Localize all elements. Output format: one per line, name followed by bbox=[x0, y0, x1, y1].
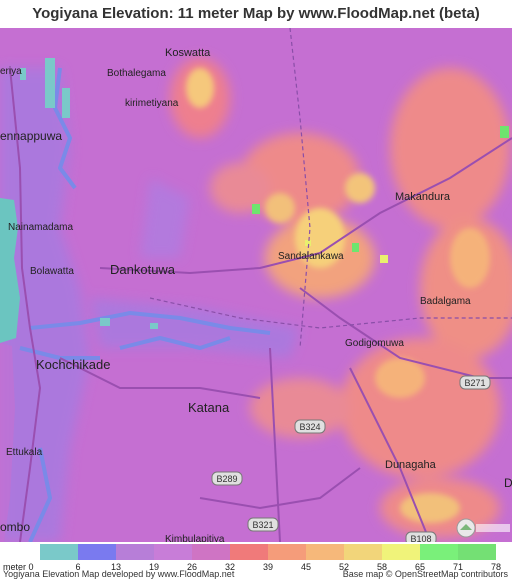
legend-swatch bbox=[230, 544, 268, 560]
legend-swatch bbox=[458, 544, 496, 560]
legend-swatch bbox=[154, 544, 192, 560]
place-koswatta: Koswatta bbox=[165, 47, 211, 59]
place-makandura: Makandura bbox=[395, 191, 451, 203]
elevation-legend: 6 13 19 26 32 39 45 52 58 65 71 78 meter 0 bbox=[0, 536, 512, 572]
legend-swatch bbox=[192, 544, 230, 560]
page-title: Yogiyana Elevation: 11 meter Map by www.… bbox=[32, 5, 480, 22]
place-dankotuwa: Dankotuwa bbox=[110, 262, 176, 277]
place-katana: Katana bbox=[188, 400, 230, 415]
legend-swatch bbox=[382, 544, 420, 560]
place-ettukala: Ettukala bbox=[6, 447, 43, 458]
road-shield-label: B324 bbox=[299, 422, 320, 432]
legend-swatch bbox=[268, 544, 306, 560]
legend-swatch bbox=[344, 544, 382, 560]
place-bothalegama: Bothalegama bbox=[107, 68, 166, 79]
road-shield-b289: B289 bbox=[211, 471, 243, 486]
place-sandalankawa: Sandalankawa bbox=[278, 251, 344, 262]
road-shield-b321: B321 bbox=[247, 517, 279, 532]
legend-swatch bbox=[306, 544, 344, 560]
place-nainamadama: Nainamadama bbox=[8, 222, 73, 233]
footer-credit: Yogiyana Elevation Map developed by www.… bbox=[3, 569, 235, 579]
place-kochchikade: Kochchikade bbox=[36, 357, 110, 372]
place-ombo: ombo bbox=[0, 520, 30, 534]
footer-attribution: Base map © OpenStreetMap contributors bbox=[342, 569, 508, 579]
place-eriya: eriya bbox=[0, 66, 22, 77]
road-shield-label: B271 bbox=[464, 378, 485, 388]
legend-swatch bbox=[40, 544, 78, 560]
elevation-map[interactable]: B271 B324 B289 B321 B108 Koswatta eriya … bbox=[0, 28, 512, 542]
road-shield-label: B289 bbox=[216, 474, 237, 484]
legend-swatch bbox=[78, 544, 116, 560]
legend-swatch bbox=[116, 544, 154, 560]
road-shield-b324: B324 bbox=[294, 419, 326, 434]
place-godigomuwa: Godigomuwa bbox=[345, 338, 404, 349]
place-kirimetiyana: kirimetiyana bbox=[125, 98, 179, 109]
place-dunagaha: Dunagaha bbox=[385, 459, 437, 471]
road-shield-label: B321 bbox=[252, 520, 273, 530]
footer: Yogiyana Elevation Map developed by www.… bbox=[0, 568, 512, 582]
road-shield-b271: B271 bbox=[459, 375, 491, 390]
place-ennappuwa: ennappuwa bbox=[0, 129, 62, 143]
legend-swatch bbox=[420, 544, 458, 560]
place-badalgama: Badalgama bbox=[420, 296, 471, 307]
place-d-edge: D bbox=[504, 476, 512, 490]
place-bolawatta: Bolawatta bbox=[30, 266, 74, 277]
